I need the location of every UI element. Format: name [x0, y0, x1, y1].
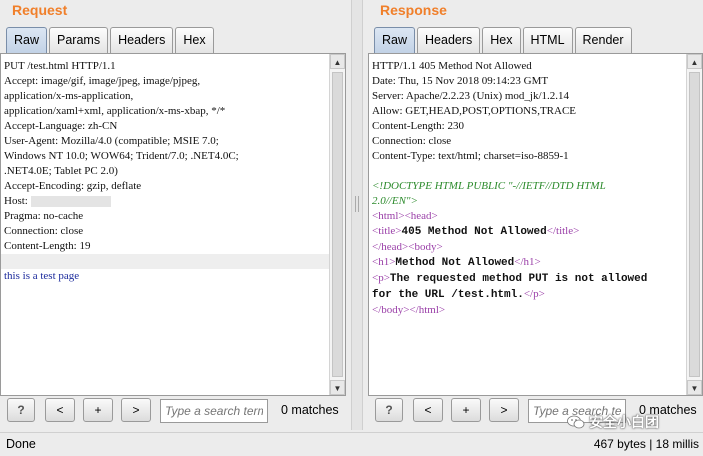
request-match-count: 0 matches — [281, 403, 339, 417]
title-line: <title>405 Method Not Allowed</title> — [372, 224, 683, 240]
status-bar: Done 467 bytes | 18 millis — [0, 432, 703, 456]
watermark: 安全小白团 — [567, 412, 659, 432]
title-text: 405 Method Not Allowed — [401, 226, 547, 238]
request-line: Pragma: no-cache — [4, 210, 84, 222]
p-text-2: for the URL /test.html. — [372, 289, 524, 301]
doctype-line: <!DOCTYPE HTML PUBLIC "-//IETF//DTD HTML — [372, 180, 606, 192]
response-title: Response — [380, 2, 447, 18]
scroll-thumb[interactable] — [332, 72, 343, 377]
request-line: Content-Length: 19 — [4, 240, 91, 252]
p-line: <p>The requested method PUT is not allow… — [372, 271, 683, 287]
request-line-host: Host: — [4, 194, 326, 209]
p-open-tag: <p> — [372, 272, 390, 284]
html-head-line: <html><head> — [372, 209, 683, 224]
response-tabs: Raw Headers Hex HTML Render — [374, 27, 634, 53]
request-tabs: Raw Params Headers Hex — [6, 27, 216, 53]
request-line: Connection: close — [4, 225, 84, 237]
html-open-tag: <html> — [372, 210, 405, 222]
response-line: HTTP/1.1 405 Method Not Allowed — [372, 60, 532, 72]
h1-text: Method Not Allowed — [395, 257, 515, 269]
h1-close-tag: </h1> — [514, 256, 541, 268]
response-pane: Response Raw Headers Hex HTML Render HTT… — [368, 0, 703, 430]
request-line: application/xaml+xml, application/x-ms-x… — [4, 105, 226, 117]
html-close-tag: </html> — [409, 304, 446, 316]
response-line: Content-Type: text/html; charset=iso-885… — [372, 150, 569, 162]
next-button[interactable]: > — [121, 398, 151, 422]
request-line: .NET4.0E; Tablet PC 2.0) — [4, 165, 118, 177]
add-button[interactable]: + — [451, 398, 481, 422]
request-scrollbar[interactable]: ▲ ▼ — [329, 54, 345, 395]
title-open-tag: <title> — [372, 225, 402, 237]
request-body: this is a test page — [4, 270, 80, 282]
scroll-up-icon[interactable]: ▲ — [687, 54, 702, 69]
request-text[interactable]: PUT /test.html HTTP/1.1 Accept: image/gif… — [1, 54, 329, 395]
request-tab-hex[interactable]: Hex — [175, 27, 214, 53]
help-button[interactable]: ? — [375, 398, 403, 422]
help-button[interactable]: ? — [7, 398, 35, 422]
response-line: Date: Thu, 15 Nov 2018 09:14:23 GMT — [372, 75, 549, 87]
host-label: Host: — [4, 195, 28, 207]
request-search-input[interactable] — [160, 399, 268, 423]
request-line: Accept-Encoding: gzip, deflate — [4, 180, 142, 192]
scroll-thumb[interactable] — [689, 72, 700, 377]
response-tab-html[interactable]: HTML — [522, 27, 573, 53]
request-line: application/x-ms-application, — [4, 90, 134, 102]
response-tab-render[interactable]: Render — [574, 27, 632, 53]
response-tab-hex[interactable]: Hex — [482, 27, 521, 53]
title-close-tag: </title> — [546, 225, 580, 237]
response-line: Allow: GET,HEAD,POST,OPTIONS,TRACE — [372, 105, 577, 117]
body-close-tag: </body> — [372, 304, 410, 316]
wechat-icon — [567, 415, 585, 429]
divider-grip-icon[interactable] — [355, 196, 359, 212]
previous-button[interactable]: < — [413, 398, 443, 422]
response-line: Server: Apache/2.2.23 (Unix) mod_jk/1.2.… — [372, 90, 570, 102]
request-pane: Request Raw Params Headers Hex PUT /test… — [0, 0, 348, 430]
doctype-line-2: 2.0//EN"> — [372, 195, 418, 207]
request-search-bar: ? < + > 0 matches — [0, 398, 348, 424]
request-tab-params[interactable]: Params — [49, 27, 109, 53]
response-tab-raw[interactable]: Raw — [374, 27, 416, 53]
response-line: Connection: close — [372, 135, 452, 147]
blank-line: ​ — [372, 164, 683, 179]
request-line: User-Agent: Mozilla/4.0 (compatible; MSI… — [4, 135, 219, 147]
scroll-up-icon[interactable]: ▲ — [330, 54, 345, 69]
response-line: Content-Length: 230 — [372, 120, 464, 132]
add-button[interactable]: + — [83, 398, 113, 422]
response-text[interactable]: HTTP/1.1 405 Method Not Allowed Date: Thu… — [369, 54, 686, 395]
closing-line: </body></html> — [372, 303, 683, 318]
watermark-text: 安全小白团 — [589, 414, 659, 430]
request-tab-headers[interactable]: Headers — [110, 27, 174, 53]
next-button[interactable]: > — [489, 398, 519, 422]
response-scrollbar[interactable]: ▲ ▼ — [686, 54, 702, 395]
p-text: The requested method PUT is not allowed — [389, 273, 648, 285]
request-editor[interactable]: PUT /test.html HTTP/1.1 Accept: image/gif… — [0, 53, 346, 396]
p-close-tag: </p> — [523, 288, 545, 300]
request-title: Request — [12, 2, 68, 18]
scroll-down-icon[interactable]: ▼ — [330, 380, 345, 395]
h1-line: <h1>Method Not Allowed</h1> — [372, 255, 683, 271]
body-open-tag: <body> — [408, 241, 443, 253]
response-tab-headers[interactable]: Headers — [417, 27, 481, 53]
scroll-down-icon[interactable]: ▼ — [687, 380, 702, 395]
redacted-host — [30, 195, 111, 207]
response-editor[interactable]: HTTP/1.1 405 Method Not Allowed Date: Thu… — [368, 53, 703, 396]
status-text: Done — [6, 437, 36, 451]
h1-open-tag: <h1> — [372, 256, 396, 268]
response-size-timing: 467 bytes | 18 millis — [593, 437, 699, 451]
request-line: Accept: image/gif, image/jpeg, image/pjp… — [4, 75, 201, 87]
request-tab-raw[interactable]: Raw — [6, 27, 48, 53]
p-line-2: for the URL /test.html.</p> — [372, 287, 683, 303]
request-line: PUT /test.html HTTP/1.1 — [4, 60, 116, 72]
head-open-tag: <head> — [404, 210, 438, 222]
head-close-tag: </head> — [372, 241, 409, 253]
request-line: Windows NT 10.0; WOW64; Trident/7.0; .NE… — [4, 150, 239, 162]
pane-divider[interactable] — [351, 0, 363, 430]
previous-button[interactable]: < — [45, 398, 75, 422]
head-body-line: </head><body> — [372, 240, 683, 255]
request-line: Accept-Language: zh-CN — [4, 120, 118, 132]
blank-line — [1, 254, 329, 269]
